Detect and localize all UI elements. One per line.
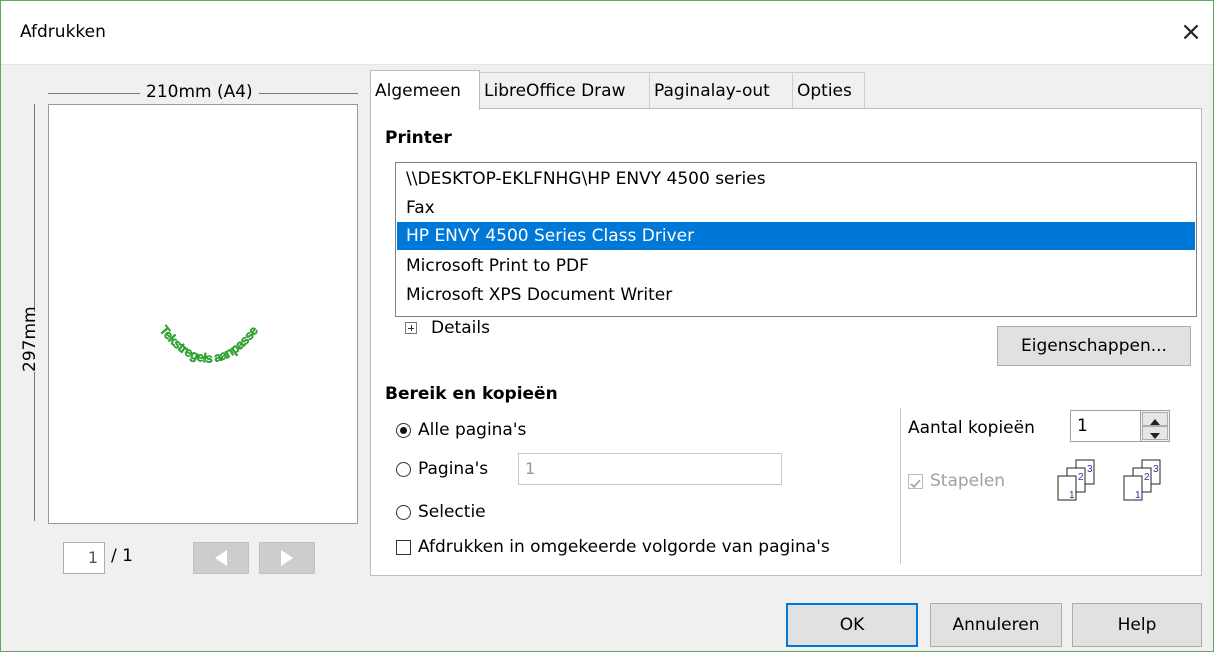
page-number-field[interactable]: 1 bbox=[63, 542, 105, 574]
next-page-button[interactable] bbox=[259, 542, 315, 574]
copies-label: Aantal kopieën bbox=[908, 418, 1035, 438]
spin-down-button[interactable] bbox=[1142, 426, 1168, 440]
triangle-left-icon bbox=[215, 550, 227, 566]
collate-pages-icon: 3 2 1 bbox=[1057, 459, 1095, 501]
copies-input[interactable]: 1 bbox=[1070, 410, 1142, 442]
list-item[interactable]: \\DESKTOP-EKLFNHG\HP ENVY 4500 series bbox=[406, 165, 766, 193]
fontwork-text: Tekstregels aanpassen bbox=[149, 310, 262, 366]
properties-button[interactable]: Eigenschappen... bbox=[997, 326, 1191, 366]
list-item-selected[interactable]: HP ENVY 4500 Series Class Driver bbox=[397, 222, 1195, 250]
page-total: / 1 bbox=[111, 546, 133, 566]
svg-text:1: 1 bbox=[1135, 490, 1141, 501]
printer-heading: Printer bbox=[385, 128, 452, 148]
copies-spinner[interactable] bbox=[1140, 410, 1170, 442]
pages-input[interactable]: 1 bbox=[518, 453, 782, 485]
svg-text:2: 2 bbox=[1078, 472, 1084, 483]
reverse-order-checkbox[interactable] bbox=[396, 540, 411, 555]
arrow-down-icon bbox=[1150, 433, 1160, 439]
list-item[interactable]: Fax bbox=[406, 194, 435, 222]
svg-text:Tekstregels aanpassen: Tekstregels aanpassen bbox=[149, 310, 261, 366]
pages-radio[interactable] bbox=[396, 462, 411, 477]
svg-text:1: 1 bbox=[1069, 490, 1075, 501]
preview-width-label: 210mm (A4) bbox=[140, 82, 259, 102]
reverse-order-label[interactable]: Afdrukken in omgekeerde volgorde van pag… bbox=[418, 537, 830, 557]
printer-list[interactable]: \\DESKTOP-EKLFNHG\HP ENVY 4500 series Fa… bbox=[395, 162, 1197, 317]
help-button[interactable]: Help bbox=[1072, 603, 1202, 647]
selection-radio[interactable] bbox=[396, 505, 411, 520]
previous-page-button[interactable] bbox=[193, 542, 249, 574]
tab-opties[interactable]: Opties bbox=[792, 72, 865, 108]
collate-label: Stapelen bbox=[930, 471, 1006, 491]
tab-paginalayout[interactable]: Paginalay-out bbox=[649, 72, 793, 108]
svg-text:3: 3 bbox=[1087, 464, 1093, 475]
dialog-title: Afdrukken bbox=[20, 22, 106, 42]
section-divider bbox=[900, 408, 901, 564]
fontwork-art: Tekstregels aanpassen bbox=[149, 310, 262, 366]
ok-button[interactable]: OK bbox=[786, 603, 918, 647]
tab-libreoffice-draw[interactable]: LibreOffice Draw bbox=[479, 72, 650, 108]
all-pages-radio[interactable] bbox=[396, 423, 411, 438]
svg-text:3: 3 bbox=[1153, 464, 1159, 475]
list-item[interactable]: Microsoft XPS Document Writer bbox=[406, 281, 672, 309]
all-pages-label[interactable]: Alle pagina's bbox=[418, 420, 526, 440]
tab-algemeen[interactable]: Algemeen bbox=[370, 70, 480, 110]
collate-checkbox bbox=[908, 474, 923, 489]
range-heading: Bereik en kopieën bbox=[385, 384, 558, 404]
pages-label[interactable]: Pagina's bbox=[418, 459, 488, 479]
details-expander-label[interactable]: Details bbox=[431, 318, 490, 338]
cancel-button[interactable]: Annuleren bbox=[930, 603, 1062, 647]
triangle-right-icon bbox=[281, 550, 293, 566]
expand-icon[interactable] bbox=[405, 322, 417, 334]
collate-pages-icon-2: 3 2 1 bbox=[1123, 459, 1161, 501]
spin-up-button[interactable] bbox=[1142, 412, 1168, 426]
preview-height-label: 297mm bbox=[20, 306, 48, 372]
title-bar bbox=[0, 0, 1214, 65]
selection-label[interactable]: Selectie bbox=[418, 502, 486, 522]
checkmark-icon bbox=[910, 479, 921, 489]
svg-text:2: 2 bbox=[1144, 472, 1150, 483]
print-preview: Tekstregels aanpassen bbox=[48, 104, 358, 524]
list-item[interactable]: Microsoft Print to PDF bbox=[406, 252, 589, 280]
close-icon[interactable]: × bbox=[1176, 14, 1206, 50]
